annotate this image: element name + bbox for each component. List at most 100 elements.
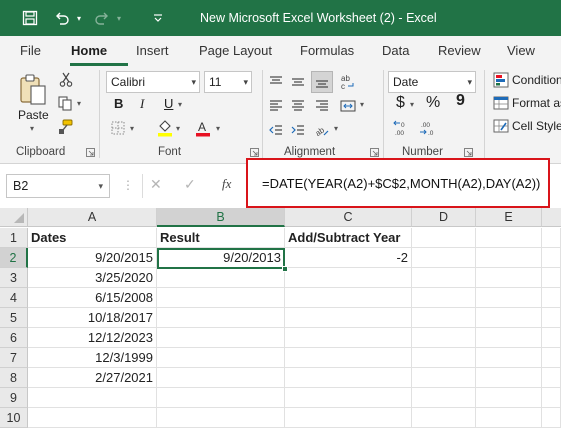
merge-center-icon[interactable] — [338, 96, 358, 116]
grid-cell[interactable] — [157, 308, 285, 328]
grid-cell[interactable] — [285, 288, 412, 308]
row-header-9[interactable]: 9 — [0, 388, 28, 408]
wrap-text-icon[interactable]: ab c — [338, 71, 358, 93]
grid-cell[interactable] — [157, 288, 285, 308]
grid-cell[interactable] — [542, 228, 561, 248]
grid-cell[interactable] — [542, 268, 561, 288]
cell-a1[interactable]: Dates — [28, 228, 157, 248]
save-icon[interactable] — [18, 0, 42, 36]
conditional-formatting-button[interactable]: Condition — [512, 73, 561, 87]
percent-button[interactable]: % — [426, 94, 440, 112]
grid-cell[interactable] — [28, 388, 157, 408]
name-box-dropdown-icon[interactable]: ▾ — [98, 175, 103, 197]
grid-cell[interactable] — [542, 328, 561, 348]
format-as-table-button[interactable]: Format as — [512, 96, 561, 110]
grid-cell[interactable] — [285, 408, 412, 428]
grid-cell[interactable] — [476, 408, 542, 428]
tab-page-layout[interactable]: Page Layout — [199, 36, 272, 66]
cut-icon[interactable] — [58, 70, 74, 88]
grid-cell[interactable] — [285, 328, 412, 348]
redo-icon[interactable] — [90, 0, 114, 36]
grid-cell[interactable] — [412, 408, 476, 428]
column-header-f[interactable] — [542, 208, 561, 227]
font-name-combo[interactable]: Calibri ▾ — [106, 71, 200, 93]
grid-cell[interactable] — [412, 348, 476, 368]
paste-label[interactable]: Paste — [18, 108, 49, 122]
enter-icon[interactable]: ✓ — [184, 176, 196, 193]
tab-home[interactable]: Home — [71, 36, 107, 66]
tab-file[interactable]: File — [20, 36, 41, 66]
cell-a4[interactable]: 6/15/2008 — [28, 288, 157, 308]
copy-icon[interactable] — [56, 94, 74, 112]
tab-formulas[interactable]: Formulas — [300, 36, 354, 66]
grid-cell[interactable] — [476, 348, 542, 368]
column-header-c[interactable]: C — [285, 208, 412, 227]
number-format-combo[interactable]: Date ▾ — [388, 71, 476, 93]
cell-styles-button[interactable]: Cell Style — [512, 119, 561, 133]
formula-input[interactable]: =DATE(YEAR(A2)+$C$2,MONTH(A2),DAY(A2)) — [262, 176, 540, 191]
grid-cell[interactable] — [476, 268, 542, 288]
grid-cell[interactable] — [412, 288, 476, 308]
row-header-6[interactable]: 6 — [0, 328, 28, 348]
currency-dropdown-icon[interactable]: ▾ — [410, 100, 414, 109]
font-launcher-icon[interactable] — [250, 148, 259, 157]
column-header-a[interactable]: A — [28, 208, 157, 227]
grid-cell[interactable] — [285, 368, 412, 388]
grid-cell[interactable] — [157, 268, 285, 288]
grid-cell[interactable] — [476, 368, 542, 388]
align-center-icon[interactable] — [288, 96, 308, 116]
bold-button[interactable]: B — [114, 96, 123, 111]
grid-cell[interactable] — [412, 248, 476, 268]
select-all-corner[interactable] — [0, 208, 28, 227]
grid-cell[interactable] — [542, 248, 561, 268]
increase-indent-icon[interactable] — [288, 120, 308, 140]
grid-cell[interactable] — [542, 348, 561, 368]
grid-cell[interactable] — [285, 388, 412, 408]
insert-function-button[interactable]: fx — [222, 176, 231, 192]
grid-cell[interactable] — [157, 348, 285, 368]
cell-a3[interactable]: 3/25/2020 — [28, 268, 157, 288]
grid-cell[interactable] — [542, 408, 561, 428]
grid-cell[interactable] — [157, 388, 285, 408]
grid-cell[interactable] — [285, 308, 412, 328]
format-as-table-icon[interactable] — [492, 94, 510, 112]
grid-cell[interactable] — [412, 368, 476, 388]
number-launcher-icon[interactable] — [464, 148, 473, 157]
fill-color-icon[interactable] — [156, 118, 174, 138]
undo-dropdown-icon[interactable]: ▾ — [74, 0, 84, 36]
fill-handle[interactable] — [282, 266, 288, 272]
grid-cell[interactable] — [476, 248, 542, 268]
merge-dropdown-icon[interactable]: ▾ — [360, 100, 364, 109]
row-header-5[interactable]: 5 — [0, 308, 28, 328]
cell-a8[interactable]: 2/27/2021 — [28, 368, 157, 388]
row-header-2[interactable]: 2 — [0, 248, 28, 268]
font-color-icon[interactable]: A — [194, 118, 212, 138]
row-header-8[interactable]: 8 — [0, 368, 28, 388]
clipboard-launcher-icon[interactable] — [86, 148, 95, 157]
align-right-icon[interactable] — [312, 96, 332, 116]
grid-cell[interactable] — [476, 308, 542, 328]
grid-cell[interactable] — [476, 228, 542, 248]
grid-cell[interactable] — [542, 388, 561, 408]
conditional-formatting-icon[interactable] — [492, 71, 510, 89]
grid-cell[interactable] — [157, 368, 285, 388]
column-header-b[interactable]: B — [157, 208, 285, 227]
grid-cell[interactable] — [285, 268, 412, 288]
cell-b2[interactable]: 9/20/2013 — [157, 248, 285, 268]
paste-icon[interactable] — [16, 72, 50, 108]
grid-cell[interactable] — [412, 228, 476, 248]
row-header-4[interactable]: 4 — [0, 288, 28, 308]
row-header-1[interactable]: 1 — [0, 228, 28, 248]
grid-cell[interactable] — [28, 408, 157, 428]
tab-view[interactable]: View — [507, 36, 535, 66]
row-header-3[interactable]: 3 — [0, 268, 28, 288]
grid-cell[interactable] — [542, 288, 561, 308]
decrease-indent-icon[interactable] — [266, 120, 286, 140]
column-header-e[interactable]: E — [476, 208, 542, 227]
decrease-decimal-icon[interactable]: .00.0 — [418, 118, 440, 138]
cell-c1[interactable]: Add/Subtract Year — [285, 228, 412, 248]
cancel-icon[interactable]: ✕ — [150, 176, 162, 193]
grid-cell[interactable] — [285, 348, 412, 368]
redo-dropdown-icon[interactable]: ▾ — [114, 0, 124, 36]
paste-dropdown-icon[interactable]: ▾ — [30, 124, 34, 133]
